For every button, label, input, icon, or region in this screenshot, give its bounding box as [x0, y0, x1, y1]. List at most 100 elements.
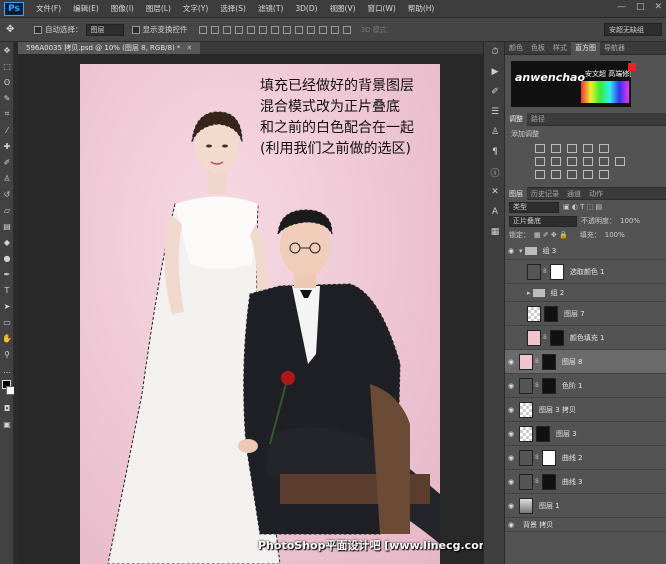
visibility-eye-icon[interactable]: ◉ [505, 502, 517, 510]
actions-panel-icon[interactable]: ▶ [484, 62, 506, 82]
clone-stamp-icon[interactable]: ♙ [0, 170, 14, 186]
photo-filter-icon[interactable] [583, 157, 593, 166]
distribute-top-icon[interactable] [270, 25, 279, 34]
visibility-eye-icon[interactable]: ◉ [505, 454, 517, 462]
align-left-icon[interactable] [234, 25, 243, 34]
layer-row-selected[interactable]: ◉ 8 图层 8 [505, 350, 666, 374]
history-brush-icon[interactable]: ↺ [0, 186, 14, 202]
blur-tool-icon[interactable]: ◆ [0, 234, 14, 250]
align-right-icon[interactable] [258, 25, 267, 34]
color-balance-icon[interactable] [551, 157, 561, 166]
distribute-middle-icon[interactable] [282, 25, 291, 34]
distribute-left-icon[interactable] [306, 25, 315, 34]
close-tab-icon[interactable]: ✕ [186, 44, 192, 52]
marquee-tool-icon[interactable]: ⬚ [0, 58, 14, 74]
chevron-right-icon[interactable]: ▸ [527, 289, 531, 297]
zoom-tool-icon[interactable]: ⚲ [0, 346, 14, 362]
threshold-icon[interactable] [567, 170, 577, 179]
tab-adjustments[interactable]: 调整 [505, 112, 527, 126]
brush-panel-icon[interactable]: ✐ [484, 82, 506, 102]
align-bottom-icon[interactable] [222, 25, 231, 34]
gradient-tool-icon[interactable]: ▤ [0, 218, 14, 234]
layer-row[interactable]: ◉ 8 曲线 2 [505, 446, 666, 470]
menu-image[interactable]: 图像(I) [105, 3, 140, 14]
eyedropper-tool-icon[interactable]: ⁄ [0, 122, 14, 138]
align-center-icon[interactable] [246, 25, 255, 34]
menu-filter[interactable]: 滤镜(T) [252, 3, 289, 14]
tab-history[interactable]: 历史记录 [527, 189, 563, 199]
color-swatches[interactable] [0, 378, 15, 400]
layer-row[interactable]: ◉ 背景 拷贝 [505, 518, 666, 532]
more-tools-icon[interactable]: … [0, 362, 14, 378]
black-white-icon[interactable] [567, 157, 577, 166]
tab-channels[interactable]: 通道 [563, 189, 585, 199]
levels-icon[interactable] [551, 144, 561, 153]
menu-3d[interactable]: 3D(D) [289, 4, 323, 13]
tab-actions[interactable]: 动作 [585, 189, 607, 199]
exposure-icon[interactable] [583, 144, 593, 153]
layer-row[interactable]: 8 颜色填充 1 [505, 326, 666, 350]
layer-row[interactable]: ◉ 图层 3 [505, 422, 666, 446]
filter-icons[interactable]: ▣ ◐ T ⬚ ▤ [563, 203, 602, 211]
layer-row[interactable]: 8 选取颜色 1 [505, 260, 666, 284]
visibility-eye-icon[interactable]: ◉ [505, 478, 517, 486]
visibility-eye-icon[interactable]: ◉ [505, 358, 517, 366]
tab-styles[interactable]: 样式 [549, 43, 571, 53]
tab-layers[interactable]: 图层 [505, 187, 527, 200]
blend-mode-dropdown[interactable]: 正片叠底 [509, 215, 577, 227]
distribute-right-icon[interactable] [330, 25, 339, 34]
layer-comps-icon[interactable]: ▦ [484, 222, 506, 242]
eraser-tool-icon[interactable]: ▱ [0, 202, 14, 218]
menu-help[interactable]: 帮助(H) [402, 3, 441, 14]
curves-icon[interactable] [567, 144, 577, 153]
layer-row[interactable]: ◉ 8 色阶 1 [505, 374, 666, 398]
tab-navigator[interactable]: 导航器 [600, 43, 629, 53]
close-button[interactable]: ✕ [654, 2, 662, 12]
pen-tool-icon[interactable]: ✒ [0, 266, 14, 282]
minimize-button[interactable]: — [617, 2, 626, 12]
lasso-tool-icon[interactable]: ʘ [0, 74, 14, 90]
paragraph-panel-icon[interactable]: A [484, 202, 506, 222]
align-top-icon[interactable] [198, 25, 207, 34]
lock-icons[interactable]: ▦ ✐ ✥ 🔒 [534, 231, 568, 239]
visibility-eye-icon[interactable]: ◉ [505, 247, 517, 255]
color-lookup-icon[interactable] [615, 157, 625, 166]
channel-mixer-icon[interactable] [599, 157, 609, 166]
visibility-eye-icon[interactable]: ◉ [505, 430, 517, 438]
vibrance-icon[interactable] [599, 144, 609, 153]
opacity-value[interactable]: 100% [620, 217, 640, 225]
menu-edit[interactable]: 编辑(E) [67, 3, 105, 14]
quick-mask-icon[interactable]: ◘ [0, 400, 14, 416]
layer-kind-filter[interactable]: 类型 [509, 201, 559, 213]
fill-value[interactable]: 100% [605, 231, 625, 239]
clone-source-icon[interactable]: ♙ [484, 122, 506, 142]
tab-histogram[interactable]: 直方图 [571, 41, 600, 55]
visibility-eye-icon[interactable]: ◉ [505, 406, 517, 414]
distribute-bottom-icon[interactable] [294, 25, 303, 34]
posterize-icon[interactable] [551, 170, 561, 179]
document-tab[interactable]: 596A0035 拷贝.psd @ 10% (图层 8, RGB/8) * ✕ [18, 42, 201, 54]
move-tool-icon[interactable]: ✥ [6, 24, 14, 35]
layer-row[interactable]: ▸ 组 2 [505, 284, 666, 302]
brush-tool-icon[interactable]: ✐ [0, 154, 14, 170]
menu-type[interactable]: 文字(Y) [177, 3, 214, 14]
hue-saturation-icon[interactable] [535, 157, 545, 166]
layer-row[interactable]: ◉ 8 曲线 3 [505, 470, 666, 494]
menu-select[interactable]: 选择(S) [214, 3, 252, 14]
move-tool-icon[interactable]: ✥ [0, 42, 14, 58]
auto-select-dropdown[interactable]: 图层 [85, 23, 124, 36]
path-select-icon[interactable]: ➤ [0, 298, 14, 314]
properties-panel-icon[interactable]: ☰ [484, 102, 506, 122]
info-panel-icon[interactable]: ⓘ [484, 162, 506, 182]
menu-file[interactable]: 文件(F) [30, 3, 67, 14]
layer-row[interactable]: 图层 7 [505, 302, 666, 326]
layer-row[interactable]: ◉ ▾ 组 3 [505, 242, 666, 260]
tab-paths[interactable]: 路径 [527, 114, 549, 124]
hand-tool-icon[interactable]: ✋ [0, 330, 14, 346]
menu-view[interactable]: 视图(V) [324, 3, 362, 14]
quick-select-tool-icon[interactable]: ✎ [0, 90, 14, 106]
layer-row[interactable]: ◉ 图层 3 拷贝 [505, 398, 666, 422]
tab-swatches[interactable]: 色板 [527, 43, 549, 53]
dodge-tool-icon[interactable]: ● [0, 250, 14, 266]
menu-layer[interactable]: 图层(L) [140, 3, 177, 14]
